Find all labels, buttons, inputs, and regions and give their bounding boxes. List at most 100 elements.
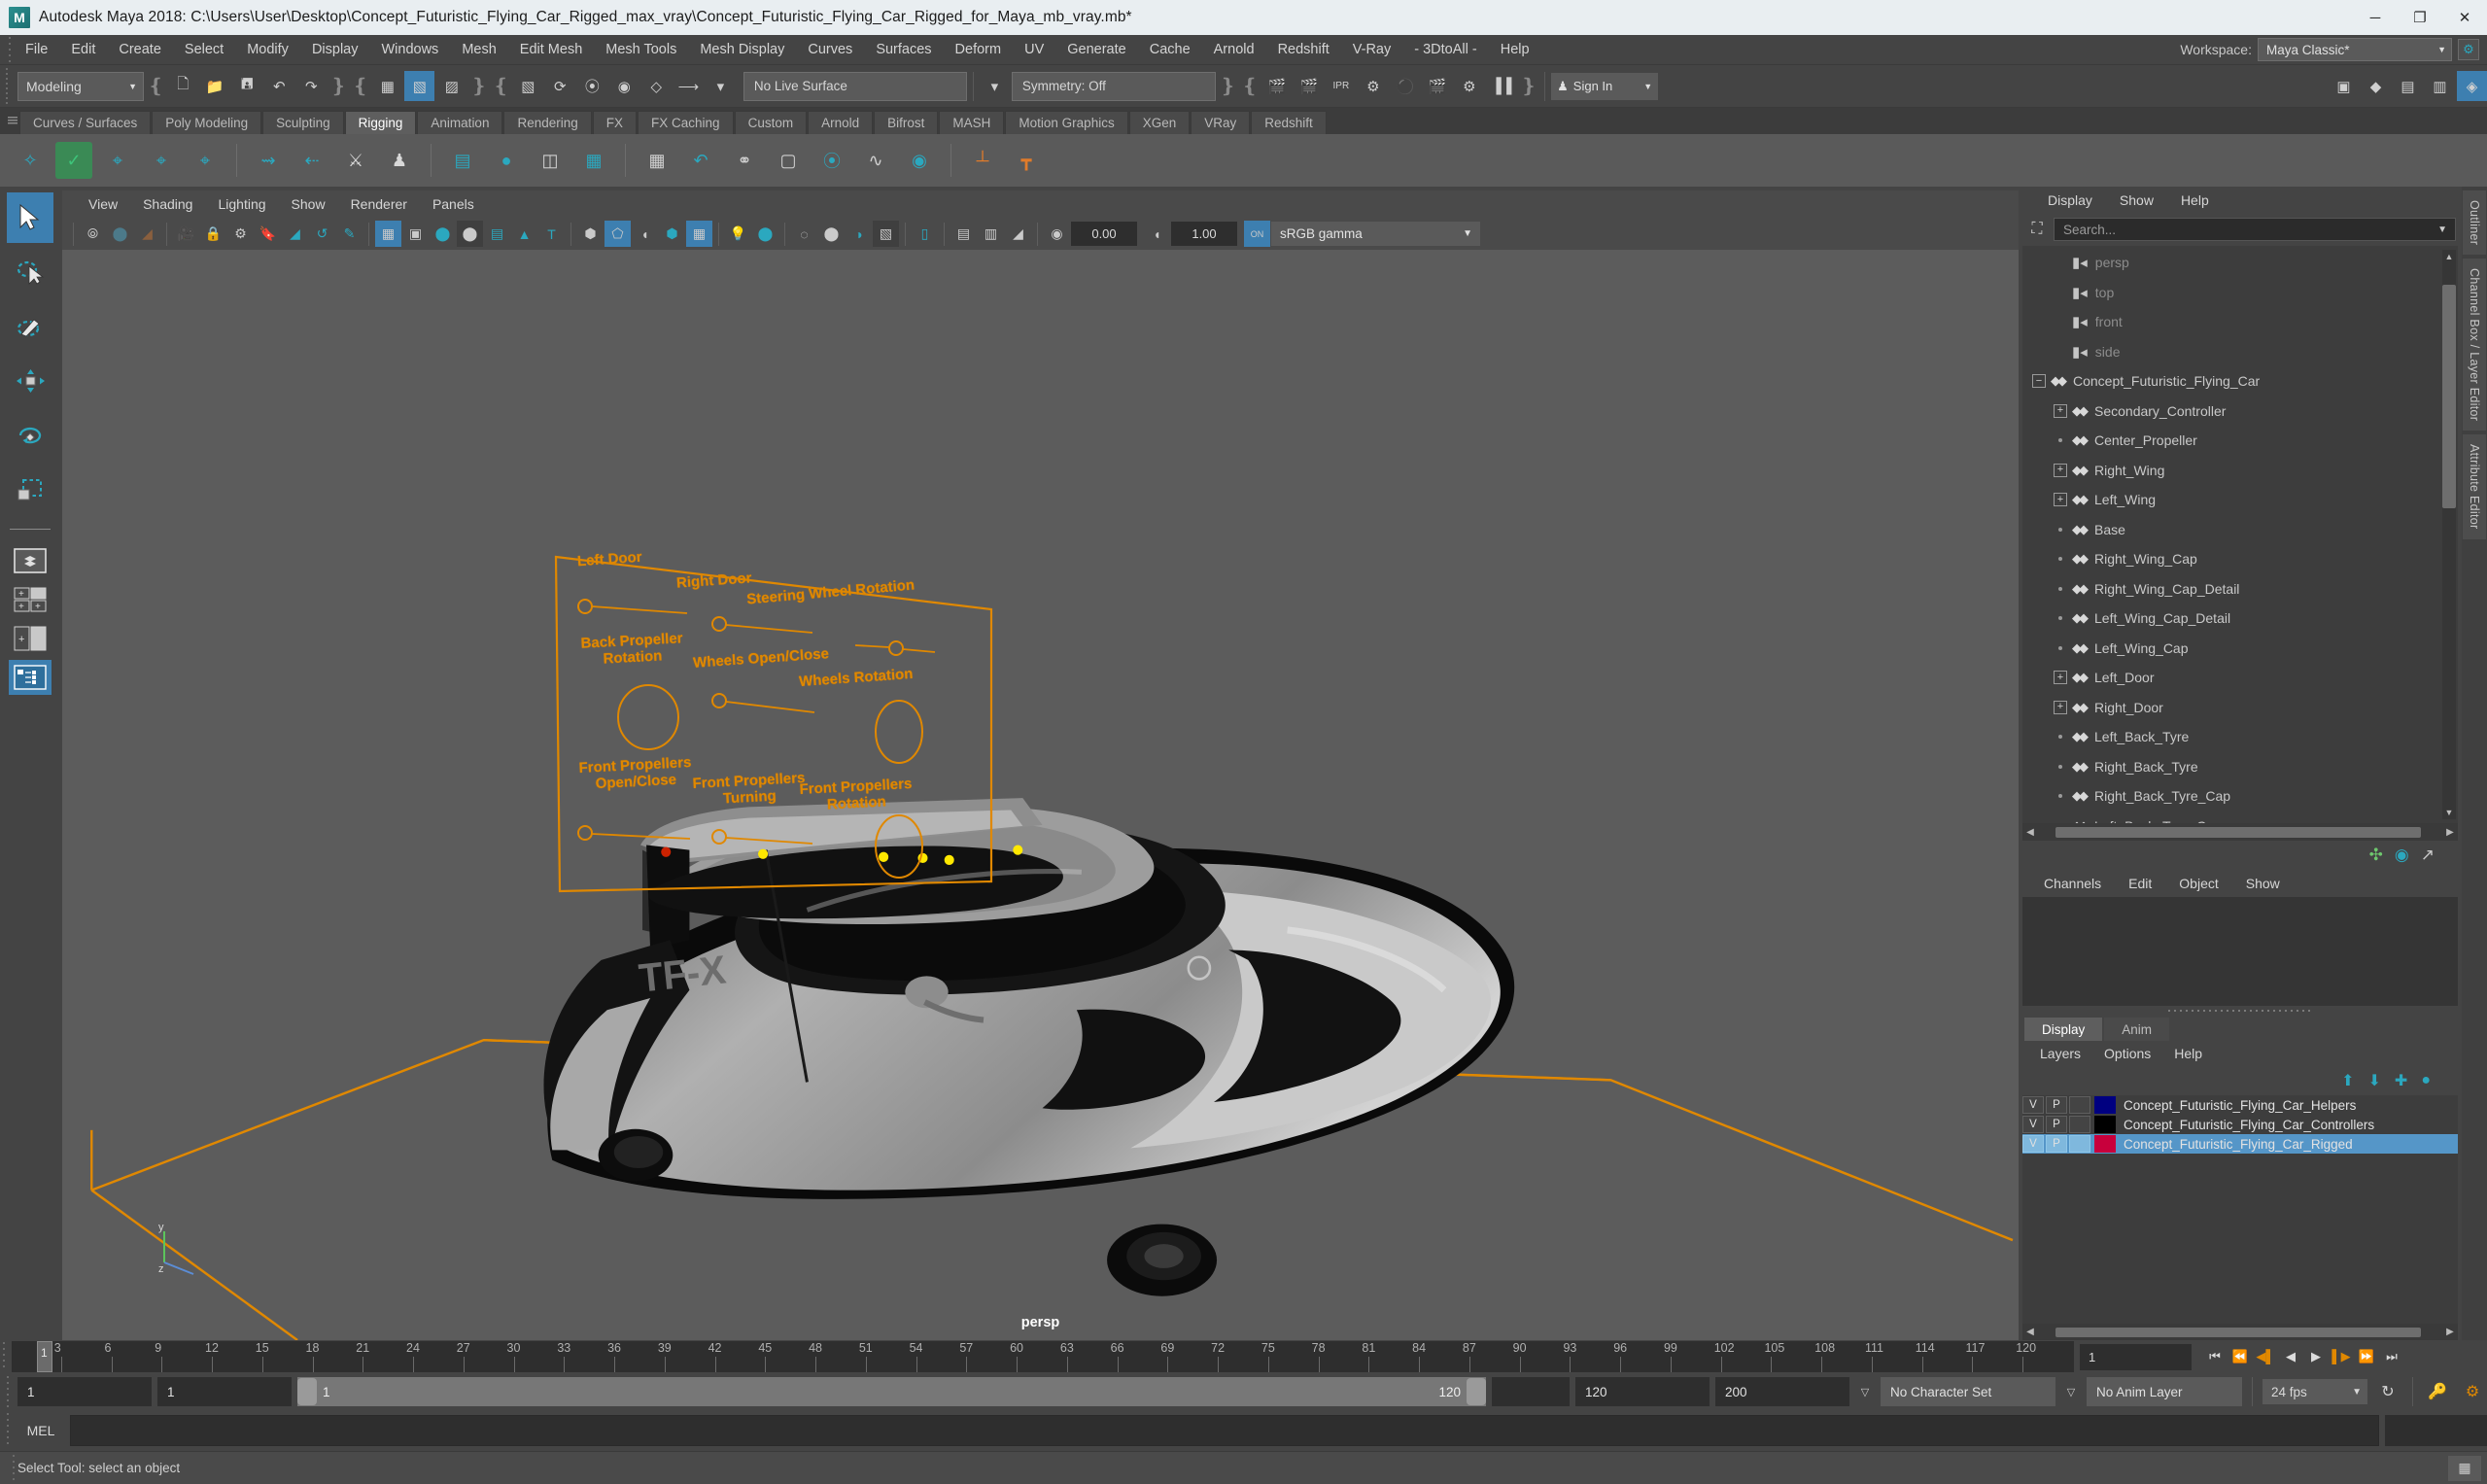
menu-mesh[interactable]: Mesh xyxy=(450,35,507,65)
viewport-menu-show[interactable]: Show xyxy=(279,190,338,218)
create-new-layer-icon[interactable]: ✚ xyxy=(2395,1071,2407,1090)
expand-icon[interactable]: + xyxy=(2054,493,2067,507)
menu-cache[interactable]: Cache xyxy=(1138,35,1202,65)
tool-settings-toggle-icon[interactable]: ◆ xyxy=(2361,71,2391,101)
shelf-grip[interactable] xyxy=(6,108,19,134)
shelf-tab-fx-caching[interactable]: FX Caching xyxy=(638,111,734,134)
snap-to-curve-icon[interactable]: ⟳ xyxy=(545,71,575,101)
perspective-viewport[interactable]: TF-X Left Door Right Door Steering Wheel… xyxy=(62,250,2019,1340)
hypershade-icon[interactable]: ⚫ xyxy=(1390,71,1420,101)
outliner-item-right_wing_cap_detail[interactable]: ◆◆ Right_Wing_Cap_Detail xyxy=(2022,574,2458,604)
attribute-editor-toggle-icon[interactable]: ▤ xyxy=(2393,71,2423,101)
insert-joint-icon[interactable]: ⌖ xyxy=(187,142,224,179)
shelf-tab-rendering[interactable]: Rendering xyxy=(503,111,592,134)
undo-icon[interactable]: ↶ xyxy=(264,71,294,101)
grid-toggle-icon[interactable]: ▦ xyxy=(375,221,401,247)
range-slider-grip[interactable] xyxy=(4,1376,12,1407)
outliner-search-input[interactable]: Search... ▼ xyxy=(2054,218,2456,241)
playback-speed-dropdown[interactable]: 24 fps ▼ xyxy=(2262,1379,2367,1404)
multisample-icon[interactable]: ⬤ xyxy=(818,221,845,247)
smooth-bind-icon[interactable]: ▤ xyxy=(444,142,481,179)
channel-menu-show[interactable]: Show xyxy=(2232,870,2294,897)
ik-spline-handle-icon[interactable]: ⌖ xyxy=(99,142,136,179)
command-line-grip[interactable] xyxy=(4,1413,12,1448)
display-layer-list[interactable]: V P Concept_Futuristic_Flying_Car_Helpers V… xyxy=(2022,1095,2458,1340)
outliner-item-right_wing_cap[interactable]: ◆◆ Right_Wing_Cap xyxy=(2022,544,2458,574)
cluster-icon[interactable]: ⚭ xyxy=(726,142,763,179)
outliner-menu-help[interactable]: Help xyxy=(2167,187,2223,214)
nonlinear-deformer-icon[interactable]: ▢ xyxy=(770,142,807,179)
menu-grip[interactable] xyxy=(6,37,14,62)
outliner-item-concept_futuristic_flying_car[interactable]: − ◆◆ Concept_Futuristic_Flying_Car xyxy=(2022,366,2458,397)
rotate-tool[interactable] xyxy=(7,410,53,461)
render-current-frame-icon[interactable]: 🎬 xyxy=(1261,71,1292,101)
mirror-joint-icon[interactable]: ⇝ xyxy=(250,142,287,179)
text-display-icon[interactable]: T xyxy=(538,221,565,247)
view-transform-toggle-icon[interactable]: ON xyxy=(1244,221,1270,247)
rig-control-panel[interactable]: Left Door Right Door Steering Wheel Rotati… xyxy=(552,545,999,907)
character-set-dropdown[interactable]: No Character Set xyxy=(1881,1377,2055,1406)
gamma-field[interactable]: 1.00 xyxy=(1171,222,1237,246)
ambient-occlusion-icon[interactable]: ⬤ xyxy=(752,221,778,247)
connect-joint-icon[interactable]: ⚔ xyxy=(337,142,374,179)
viewport-menu-lighting[interactable]: Lighting xyxy=(205,190,278,218)
move-layer-up-icon[interactable]: ⬆ xyxy=(2341,1071,2354,1090)
detach-skin-icon[interactable]: ● xyxy=(488,142,525,179)
viewport-menu-view[interactable]: View xyxy=(76,190,130,218)
shelf-tab-arnold[interactable]: Arnold xyxy=(808,111,874,134)
layer-display-type-toggle[interactable] xyxy=(2069,1116,2090,1133)
outliner-item-side[interactable]: ▮◂ side xyxy=(2022,337,2458,367)
shelf-tab-vray[interactable]: VRay xyxy=(1191,111,1251,134)
layer-visibility-toggle[interactable]: V xyxy=(2022,1096,2044,1114)
viewport-menu-renderer[interactable]: Renderer xyxy=(338,190,420,218)
shelf-tab-bifrost[interactable]: Bifrost xyxy=(874,111,939,134)
character-set-chevron-icon[interactable]: ▽ xyxy=(1855,1379,1875,1404)
expand-icon[interactable]: + xyxy=(2054,671,2067,685)
range-left-handle[interactable] xyxy=(297,1378,317,1405)
workspace-dropdown[interactable]: Maya Classic* ▼ xyxy=(2258,38,2452,61)
expand-icon[interactable]: + xyxy=(2054,403,2067,418)
time-slider-grip[interactable] xyxy=(0,1342,8,1371)
layer-menu-layers[interactable]: Layers xyxy=(2028,1041,2092,1066)
new-scene-icon[interactable]: 🗋 xyxy=(168,71,198,101)
animation-start-field[interactable]: 1 xyxy=(17,1377,152,1406)
close-button[interactable]: ✕ xyxy=(2442,0,2487,35)
outliner-item-left_wing_cap_detail[interactable]: ◆◆ Left_Wing_Cap_Detail xyxy=(2022,604,2458,634)
layer-display-type-toggle[interactable] xyxy=(2069,1096,2090,1114)
symmetry-chevron-icon[interactable]: ▾ xyxy=(980,71,1010,101)
snap-to-grid-icon[interactable]: ▧ xyxy=(513,71,543,101)
tab-outliner[interactable]: Outliner xyxy=(2463,190,2486,256)
outliner-scroll-thumb[interactable] xyxy=(2442,285,2456,508)
display-layer-row[interactable]: V P Concept_Futuristic_Flying_Car_Controll… xyxy=(2022,1115,2458,1134)
step-forward-frame-icon[interactable]: ▌▶ xyxy=(2330,1344,2353,1369)
wrap-deformer-icon[interactable]: ↶ xyxy=(682,142,719,179)
shaded-wireframe-icon[interactable]: ◖ xyxy=(632,221,658,247)
select-by-hierarchy-icon[interactable]: ▦ xyxy=(372,71,402,101)
bookmark-view-icon[interactable]: ◢ xyxy=(134,221,160,247)
menu-curves[interactable]: Curves xyxy=(796,35,864,65)
pause-render-icon[interactable]: ▐▐ xyxy=(1486,71,1516,101)
graph-editor-icon[interactable]: ↗ xyxy=(2421,846,2435,865)
layer-horizontal-scrollbar[interactable]: ◀ ▶ xyxy=(2022,1324,2458,1340)
select-camera-icon[interactable]: ⬤ xyxy=(107,221,133,247)
redo-icon[interactable]: ↷ xyxy=(296,71,327,101)
channel-box-icon[interactable]: ✣ xyxy=(2369,846,2383,865)
shelf-tab-sculpting[interactable]: Sculpting xyxy=(262,111,344,134)
anim-layer-chevron-icon[interactable]: ▽ xyxy=(2061,1379,2081,1404)
anim-layer-dropdown[interactable]: No Anim Layer xyxy=(2087,1377,2242,1406)
paint-skin-weights-icon[interactable]: ◫ xyxy=(532,142,569,179)
bind-skin-icon[interactable]: ♟ xyxy=(381,142,418,179)
use-all-lights-icon[interactable]: ▦ xyxy=(686,221,712,247)
wireframe-icon[interactable]: ⬢ xyxy=(577,221,604,247)
single-perspective-layout[interactable] xyxy=(9,543,52,578)
vray-logo-icon[interactable]: ⦾ xyxy=(80,221,106,247)
lattice-icon[interactable]: ▦ xyxy=(639,142,675,179)
move-layer-down-icon[interactable]: ⬇ xyxy=(2368,1071,2381,1090)
layer-display-type-toggle[interactable] xyxy=(2069,1135,2090,1153)
outliner-menu-show[interactable]: Show xyxy=(2106,187,2167,214)
menu-edit[interactable]: Edit xyxy=(59,35,107,65)
layer-tab-anim[interactable]: Anim xyxy=(2104,1018,2170,1041)
outliner-item-persp[interactable]: ▮◂ persp xyxy=(2022,248,2458,278)
shelf-tab-mash[interactable]: MASH xyxy=(939,111,1005,134)
outliner-item-right_wing[interactable]: + ◆◆ Right_Wing xyxy=(2022,456,2458,486)
